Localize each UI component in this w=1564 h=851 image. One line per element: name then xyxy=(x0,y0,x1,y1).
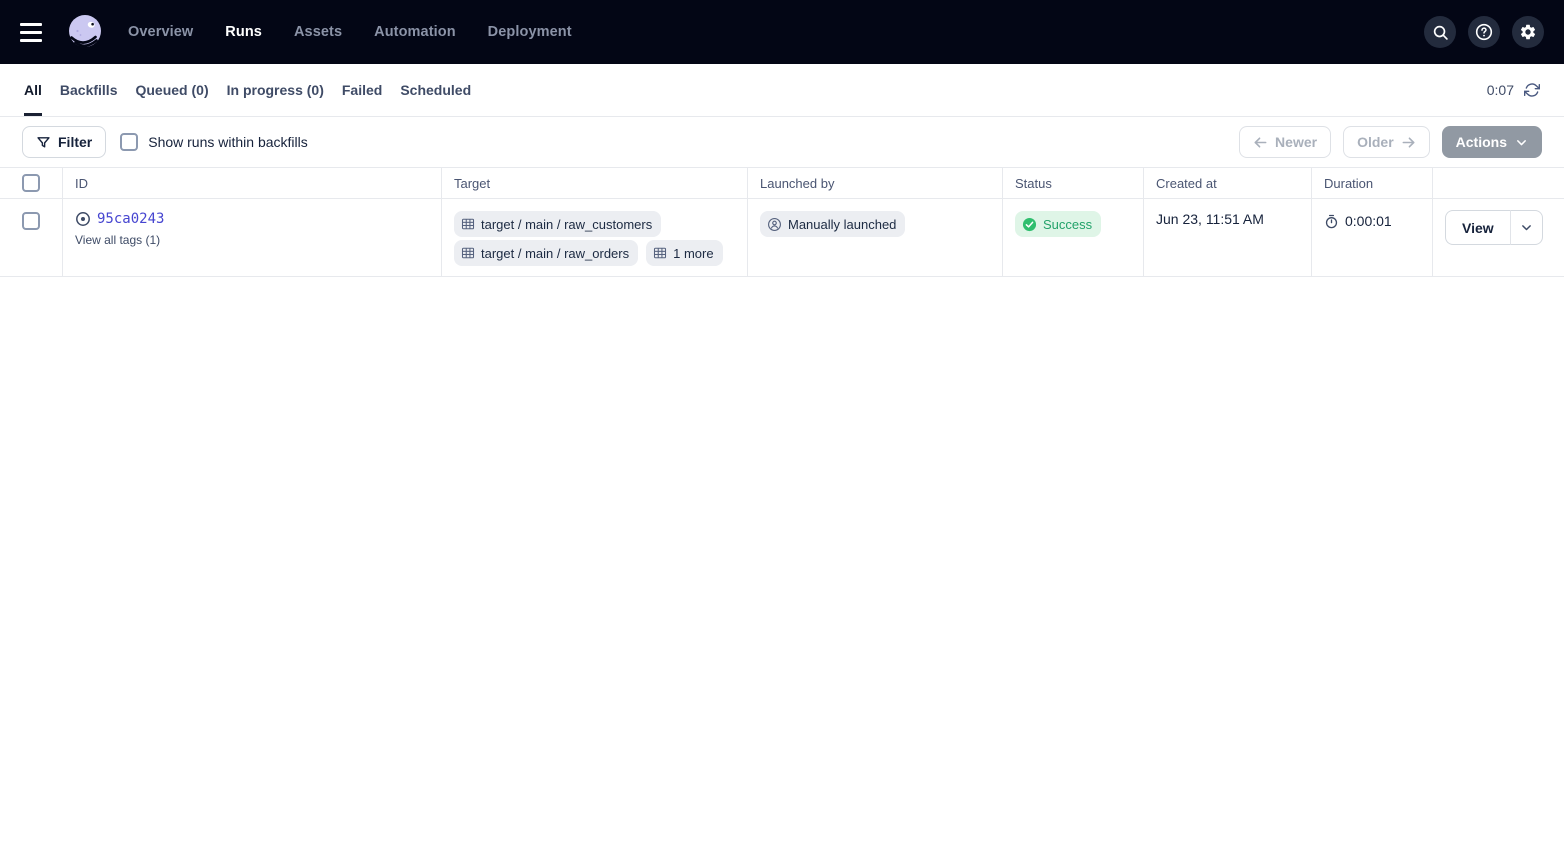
table-grid-icon xyxy=(653,246,667,260)
chevron-down-icon xyxy=(1515,136,1528,149)
run-target-icon xyxy=(75,211,91,227)
launched-by-cell: Manually launched xyxy=(747,199,1002,276)
primary-nav: Overview Runs Assets Automation Deployme… xyxy=(128,24,572,40)
success-check-icon xyxy=(1022,217,1037,232)
navbar-actions xyxy=(1424,16,1544,48)
tab-queued[interactable]: Queued (0) xyxy=(135,64,208,116)
duration-cell: 0:00:01 xyxy=(1311,199,1432,276)
target-more-tag[interactable]: 1 more xyxy=(646,240,722,266)
help-icon xyxy=(1475,23,1493,41)
show-backfills-checkbox[interactable] xyxy=(120,133,138,151)
user-icon xyxy=(767,217,782,232)
runs-table: ID Target Launched by Status Created at … xyxy=(0,167,1564,277)
newer-button[interactable]: Newer xyxy=(1239,126,1331,158)
run-row: 95ca0243 View all tags (1) target / main… xyxy=(0,199,1564,277)
nav-item-deployment[interactable]: Deployment xyxy=(488,24,572,40)
chevron-down-icon xyxy=(1520,221,1533,234)
table-grid-icon xyxy=(461,246,475,260)
search-icon xyxy=(1432,24,1449,41)
run-id-cell: 95ca0243 View all tags (1) xyxy=(62,199,441,276)
target-tag-label: target / main / raw_customers xyxy=(481,217,652,232)
view-run-dropdown-button[interactable] xyxy=(1510,210,1543,245)
status-cell: Success xyxy=(1002,199,1143,276)
status-badge[interactable]: Success xyxy=(1015,211,1101,237)
tab-in-progress[interactable]: In progress (0) xyxy=(227,64,324,116)
nav-item-runs[interactable]: Runs xyxy=(225,24,262,40)
arrow-right-icon xyxy=(1401,135,1416,150)
runs-toolbar: Filter Show runs within backfills Newer … xyxy=(0,117,1564,167)
run-target-cell: target / main / raw_customers target / m… xyxy=(441,199,747,276)
duration-value: 0:00:01 xyxy=(1345,213,1392,229)
show-backfills-label[interactable]: Show runs within backfills xyxy=(148,134,308,150)
newer-button-label: Newer xyxy=(1275,134,1317,150)
filter-funnel-icon xyxy=(36,135,51,150)
target-tag-label: target / main / raw_orders xyxy=(481,246,629,261)
column-header-duration: Duration xyxy=(1311,168,1432,198)
tab-backfills[interactable]: Backfills xyxy=(60,64,118,116)
arrow-left-icon xyxy=(1253,135,1268,150)
tab-scheduled[interactable]: Scheduled xyxy=(400,64,471,116)
timer-icon xyxy=(1324,214,1339,229)
search-button[interactable] xyxy=(1424,16,1456,48)
column-header-id: ID xyxy=(62,168,441,198)
nav-item-assets[interactable]: Assets xyxy=(294,24,342,40)
tab-all[interactable]: All xyxy=(24,64,42,116)
view-all-tags-link[interactable]: View all tags (1) xyxy=(75,233,160,247)
run-id-link[interactable]: 95ca0243 xyxy=(97,211,164,227)
created-at-value: Jun 23, 11:51 AM xyxy=(1156,208,1264,227)
older-button[interactable]: Older xyxy=(1343,126,1430,158)
launched-by-tag[interactable]: Manually launched xyxy=(760,211,905,237)
select-all-checkbox[interactable] xyxy=(22,174,40,192)
launched-by-label: Manually launched xyxy=(788,217,896,232)
column-header-created-at: Created at xyxy=(1143,168,1311,198)
gear-icon xyxy=(1519,23,1537,41)
filter-button-label: Filter xyxy=(58,134,92,150)
refresh-button[interactable] xyxy=(1524,82,1540,98)
nav-item-overview[interactable]: Overview xyxy=(128,24,193,40)
tab-failed[interactable]: Failed xyxy=(342,64,382,116)
actions-button-label: Actions xyxy=(1456,134,1507,150)
runs-table-header: ID Target Launched by Status Created at … xyxy=(0,167,1564,199)
dagster-logo[interactable] xyxy=(64,11,106,53)
filter-button[interactable]: Filter xyxy=(22,126,106,158)
select-run-checkbox[interactable] xyxy=(22,212,40,230)
settings-button[interactable] xyxy=(1512,16,1544,48)
column-header-actions xyxy=(1432,168,1564,198)
actions-button[interactable]: Actions xyxy=(1442,126,1542,158)
column-header-launched-by: Launched by xyxy=(747,168,1002,198)
runs-tabbar: All Backfills Queued (0) In progress (0)… xyxy=(0,64,1564,117)
target-more-label: 1 more xyxy=(673,246,713,261)
column-header-status: Status xyxy=(1002,168,1143,198)
refresh-countdown: 0:07 xyxy=(1487,82,1514,98)
run-filter-tabs: All Backfills Queued (0) In progress (0)… xyxy=(24,64,471,116)
created-at-cell: Jun 23, 11:51 AM xyxy=(1143,199,1311,276)
target-tag[interactable]: target / main / raw_orders xyxy=(454,240,638,266)
table-grid-icon xyxy=(461,217,475,231)
older-button-label: Older xyxy=(1357,134,1394,150)
row-actions-cell: View xyxy=(1432,199,1564,276)
target-tag[interactable]: target / main / raw_customers xyxy=(454,211,661,237)
top-navbar: Overview Runs Assets Automation Deployme… xyxy=(0,0,1564,64)
nav-item-automation[interactable]: Automation xyxy=(374,24,456,40)
column-header-target: Target xyxy=(441,168,747,198)
refresh-icon xyxy=(1524,82,1540,98)
help-button[interactable] xyxy=(1468,16,1500,48)
view-run-button[interactable]: View xyxy=(1445,210,1510,245)
status-label: Success xyxy=(1043,217,1092,232)
hamburger-menu-icon[interactable] xyxy=(20,18,48,46)
